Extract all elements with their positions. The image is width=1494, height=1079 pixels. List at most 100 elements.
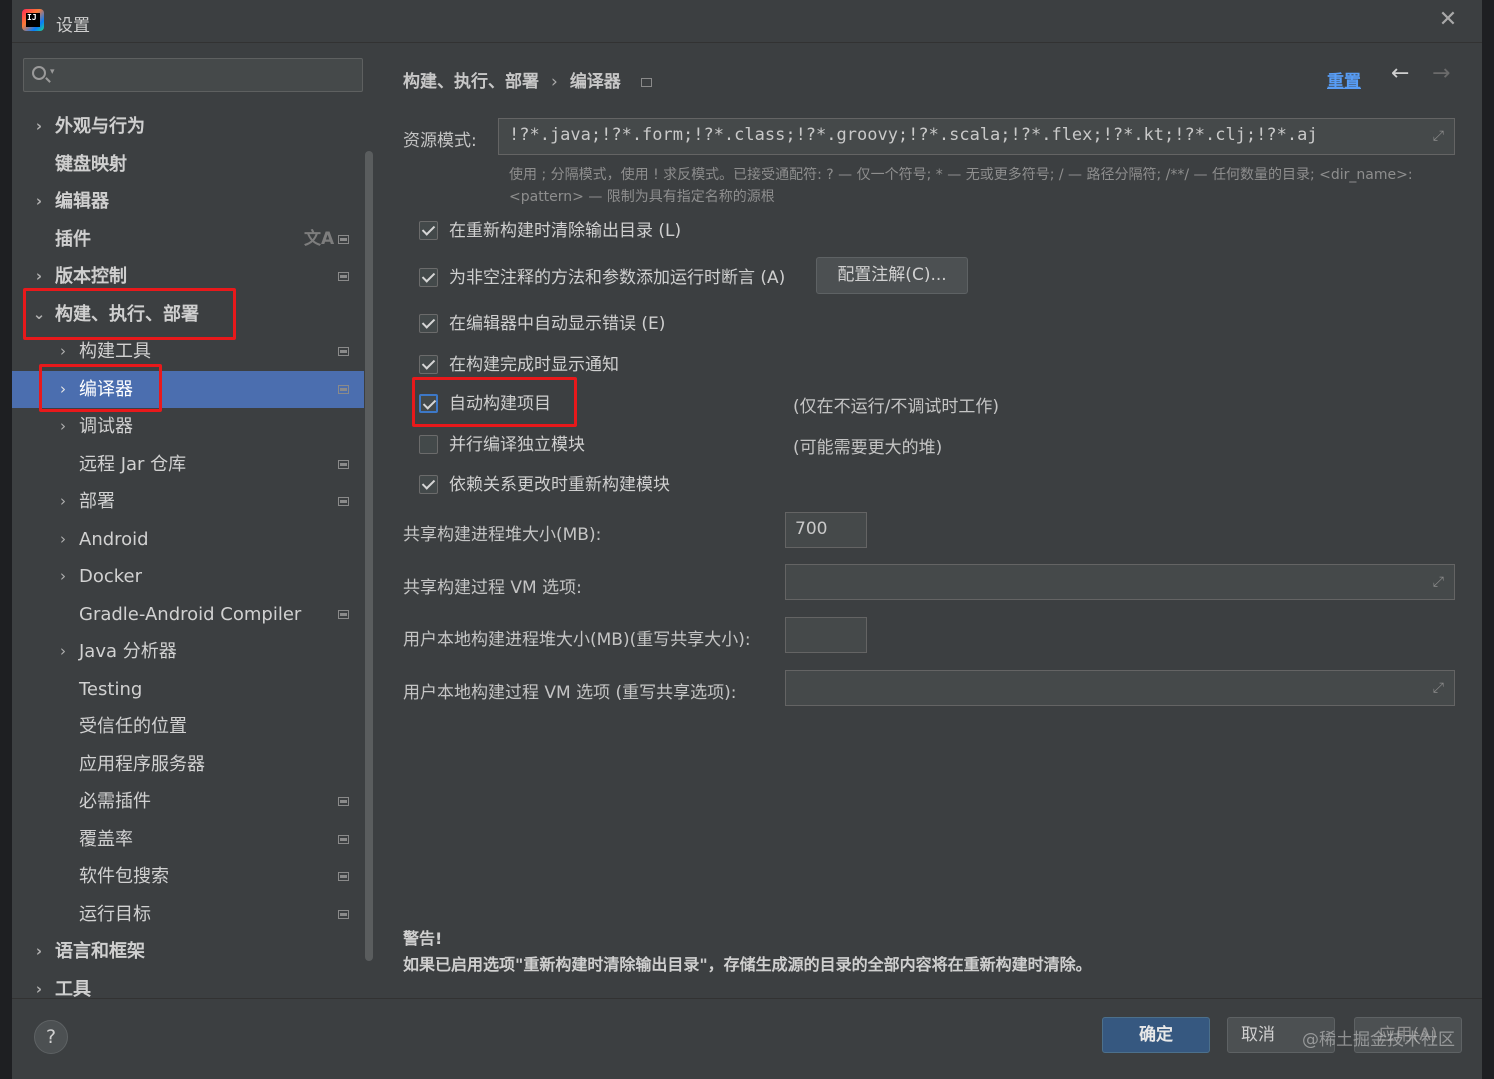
chevron-right-icon: › bbox=[60, 567, 66, 585]
parallel-compile-checkbox[interactable] bbox=[419, 435, 438, 454]
settings-sidebar: ▾ › 外观与行为 键盘映射 › 编辑器 插件 文A › 版本控制 ⌄ 构建、执… bbox=[12, 43, 377, 1000]
project-scope-icon bbox=[640, 77, 652, 87]
warning-text: 如果已启用选项"重新构建时清除输出目录"，存储生成源的目录的全部内容将在重新构建… bbox=[403, 955, 1092, 974]
sidebar-item-editor[interactable]: › 编辑器 bbox=[12, 183, 364, 221]
not-null-assertions-label: 为非空注释的方法和参数添加运行时断言 (A) bbox=[449, 268, 786, 288]
chevron-right-icon: › bbox=[35, 267, 43, 285]
window-title: 设置 bbox=[56, 16, 90, 36]
parallel-compile-label: 并行编译独立模块 bbox=[449, 435, 585, 455]
sidebar-item-label: 构建、执行、部署 bbox=[55, 303, 199, 325]
arrow-left-icon[interactable]: ← bbox=[1391, 61, 1409, 86]
breadcrumb-parent[interactable]: 构建、执行、部署 bbox=[403, 72, 539, 92]
auto-show-errors-checkbox[interactable] bbox=[419, 314, 438, 333]
project-scope-icon bbox=[338, 797, 349, 806]
sidebar-item-label: Testing bbox=[79, 678, 143, 700]
notify-on-build-checkbox[interactable] bbox=[419, 355, 438, 374]
help-button[interactable]: ? bbox=[34, 1020, 68, 1054]
resource-patterns-value: !?*.java;!?*.form;!?*.class;!?*.groovy;!… bbox=[509, 125, 1318, 145]
project-scope-icon bbox=[338, 872, 349, 881]
ok-button[interactable]: 确定 bbox=[1102, 1017, 1210, 1053]
sidebar-item-label: 语言和框架 bbox=[55, 941, 145, 962]
rebuild-on-dependency-change-label: 依赖关系更改时重新构建模块 bbox=[449, 475, 670, 495]
intellij-app-icon: IJ bbox=[22, 9, 44, 31]
sidebar-item-keymap[interactable]: 键盘映射 bbox=[12, 146, 364, 184]
breadcrumb-separator: › bbox=[551, 72, 558, 92]
sidebar-item-debugger[interactable]: › 调试器 bbox=[12, 408, 364, 446]
sidebar-item-label: 编辑器 bbox=[55, 191, 109, 212]
warning-title: 警告! bbox=[403, 929, 443, 948]
sidebar-item-label: 编译器 bbox=[79, 378, 133, 400]
compiler-settings-panel: 构建、执行、部署 › 编译器 重置 ← → 资源模式: !?*.java;!?*.f… bbox=[377, 43, 1482, 998]
chevron-down-icon: ▾ bbox=[50, 67, 55, 77]
sidebar-item-label: 受信任的位置 bbox=[79, 716, 187, 737]
sidebar-item-label: 版本控制 bbox=[55, 266, 127, 287]
auto-build-note: (仅在不运行/不调试时工作) bbox=[793, 397, 999, 417]
search-input[interactable]: ▾ bbox=[23, 58, 363, 92]
chevron-right-icon: › bbox=[60, 529, 66, 548]
sidebar-item-application-servers[interactable]: 应用程序服务器 bbox=[12, 746, 364, 784]
settings-tree: › 外观与行为 键盘映射 › 编辑器 插件 文A › 版本控制 ⌄ 构建、执行、… bbox=[12, 108, 364, 1008]
sidebar-item-label: 必需插件 bbox=[79, 791, 151, 812]
shared-vm-options-input[interactable]: ⤢ bbox=[785, 564, 1455, 600]
sidebar-item-compiler[interactable]: › 编译器 bbox=[12, 370, 364, 408]
sidebar-item-languages-frameworks[interactable]: › 语言和框架 bbox=[12, 933, 364, 971]
clear-output-checkbox[interactable] bbox=[419, 221, 438, 240]
resource-patterns-hint: 使用 ; 分隔模式，使用 ! 求反模式。已接受通配符: ? — 仅一个符号; *… bbox=[509, 167, 1413, 205]
sidebar-item-required-plugins[interactable]: 必需插件 bbox=[12, 783, 364, 821]
project-scope-icon bbox=[338, 497, 349, 506]
resource-patterns-input[interactable]: !?*.java;!?*.form;!?*.class;!?*.groovy;!… bbox=[498, 118, 1455, 155]
project-scope-icon bbox=[338, 384, 349, 394]
arrow-right-icon[interactable]: → bbox=[1432, 61, 1450, 86]
sidebar-item-java-profiler[interactable]: › Java 分析器 bbox=[12, 633, 364, 671]
sidebar-item-build-execution-deployment[interactable]: ⌄ 构建、执行、部署 bbox=[12, 296, 364, 334]
sidebar-item-label: 构建工具 bbox=[79, 341, 151, 362]
sidebar-item-vcs[interactable]: › 版本控制 bbox=[12, 258, 364, 296]
sidebar-item-testing[interactable]: Testing bbox=[12, 671, 364, 709]
sidebar-item-label: Docker bbox=[79, 566, 143, 587]
auto-show-errors-label: 在编辑器中自动显示错误 (E) bbox=[449, 314, 666, 334]
user-heap-input[interactable] bbox=[785, 617, 867, 653]
sidebar-scrollbar[interactable] bbox=[365, 151, 373, 961]
user-heap-label: 用户本地构建进程堆大小(MB)(重写共享大小): bbox=[403, 630, 751, 650]
sidebar-item-label: Android bbox=[79, 528, 149, 550]
chevron-down-icon: ⌄ bbox=[32, 304, 46, 323]
sidebar-item-label: 外观与行为 bbox=[55, 116, 145, 137]
sidebar-item-appearance[interactable]: › 外观与行为 bbox=[12, 108, 364, 146]
shared-heap-input[interactable]: 700 bbox=[785, 512, 867, 548]
sidebar-item-label: 插件 bbox=[55, 228, 91, 250]
project-scope-icon bbox=[338, 909, 349, 919]
sidebar-item-label: 覆盖率 bbox=[79, 828, 133, 850]
project-scope-icon bbox=[338, 347, 349, 356]
sidebar-item-build-tools[interactable]: › 构建工具 bbox=[12, 333, 364, 371]
chevron-right-icon: › bbox=[35, 192, 43, 210]
sidebar-item-label: 软件包搜索 bbox=[79, 866, 169, 887]
sidebar-item-label: 运行目标 bbox=[79, 903, 151, 925]
sidebar-item-trusted-locations[interactable]: 受信任的位置 bbox=[12, 708, 364, 746]
expand-icon[interactable]: ⤢ bbox=[1433, 128, 1444, 144]
rebuild-on-dependency-change-checkbox[interactable] bbox=[419, 475, 438, 494]
sidebar-item-remote-jar[interactable]: 远程 Jar 仓库 bbox=[12, 446, 364, 484]
title-bar: IJ 设置 ✕ bbox=[12, 0, 1482, 43]
sidebar-item-plugins[interactable]: 插件 文A bbox=[12, 221, 364, 259]
breadcrumb-current: 编译器 bbox=[569, 72, 621, 92]
project-scope-icon bbox=[338, 834, 349, 844]
configure-annotations-button[interactable]: 配置注解(C)... bbox=[816, 257, 968, 294]
not-null-assertions-checkbox[interactable] bbox=[419, 268, 438, 287]
auto-build-checkbox[interactable] bbox=[419, 394, 438, 413]
expand-icon[interactable]: ⤢ bbox=[1433, 574, 1444, 590]
close-icon[interactable]: ✕ bbox=[1436, 8, 1460, 32]
sidebar-item-coverage[interactable]: 覆盖率 bbox=[12, 821, 364, 859]
chevron-right-icon: › bbox=[60, 492, 66, 510]
reset-button[interactable]: 重置 bbox=[1327, 67, 1361, 92]
expand-icon[interactable]: ⤢ bbox=[1433, 680, 1444, 696]
user-vm-options-label: 用户本地构建过程 VM 选项 (重写共享选项): bbox=[403, 683, 737, 703]
auto-build-label: 自动构建项目 bbox=[449, 394, 551, 414]
sidebar-item-label: 远程 Jar 仓库 bbox=[79, 453, 187, 475]
sidebar-item-android[interactable]: › Android bbox=[12, 521, 364, 559]
sidebar-item-deployment[interactable]: › 部署 bbox=[12, 483, 364, 521]
sidebar-item-run-targets[interactable]: 运行目标 bbox=[12, 896, 364, 934]
user-vm-options-input[interactable]: ⤢ bbox=[785, 670, 1455, 706]
sidebar-item-gradle-android-compiler[interactable]: Gradle-Android Compiler bbox=[12, 596, 364, 634]
sidebar-item-docker[interactable]: › Docker bbox=[12, 558, 364, 596]
sidebar-item-package-search[interactable]: 软件包搜索 bbox=[12, 858, 364, 896]
